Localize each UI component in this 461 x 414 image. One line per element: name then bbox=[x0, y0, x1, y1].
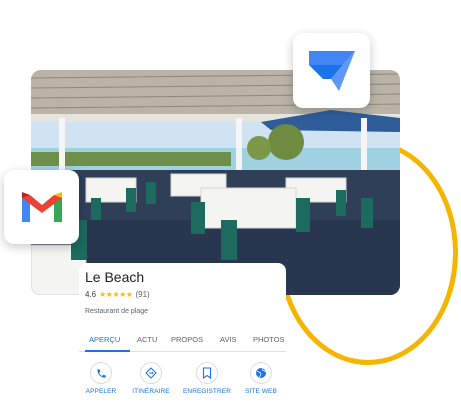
save-label: ENREGISTRER bbox=[182, 388, 232, 395]
call-label: APPELER bbox=[85, 388, 117, 395]
website-label: SITE WEB bbox=[245, 388, 277, 395]
tab-apercu[interactable]: APERÇU bbox=[89, 335, 120, 344]
gmail-app-tile[interactable] bbox=[4, 170, 79, 244]
directions-label: ITINÉRAIRE bbox=[132, 388, 170, 395]
action-buttons: APPELER ITINÉRAIRE ENREGISTRER SITE WEB bbox=[79, 362, 286, 402]
tab-actu[interactable]: ACTU bbox=[137, 335, 157, 344]
directions-icon bbox=[140, 362, 162, 384]
tab-propos[interactable]: PROPOS bbox=[171, 335, 203, 344]
star-rating-icon: ★★★★★ bbox=[99, 290, 133, 299]
bookmark-icon bbox=[196, 362, 218, 384]
rating-value: 4.6 bbox=[85, 290, 97, 299]
phone-icon bbox=[90, 362, 112, 384]
appsheet-app-tile[interactable] bbox=[293, 33, 370, 108]
active-tab-indicator bbox=[85, 350, 130, 352]
save-button[interactable]: ENREGISTRER bbox=[182, 362, 232, 395]
website-button[interactable]: SITE WEB bbox=[239, 362, 283, 395]
profile-tabs: APERÇU ACTU PROPOS AVIS PHOTOS bbox=[79, 329, 286, 352]
place-category: Restaurant de plage bbox=[85, 308, 149, 315]
place-name: Le Beach bbox=[85, 269, 145, 285]
rating-row: 4.6 ★★★★★ (91) bbox=[85, 290, 150, 299]
globe-icon bbox=[250, 362, 272, 384]
appsheet-logo-icon bbox=[308, 50, 355, 91]
tab-avis[interactable]: AVIS bbox=[220, 335, 237, 344]
directions-button[interactable]: ITINÉRAIRE bbox=[129, 362, 173, 395]
gmail-logo-icon bbox=[21, 192, 62, 222]
review-count[interactable]: (91) bbox=[135, 290, 149, 299]
tab-photos[interactable]: PHOTOS bbox=[253, 335, 285, 344]
call-button[interactable]: APPELER bbox=[79, 362, 123, 395]
business-profile-card: Le Beach 4.6 ★★★★★ (91) Restaurant de pl… bbox=[79, 263, 286, 414]
